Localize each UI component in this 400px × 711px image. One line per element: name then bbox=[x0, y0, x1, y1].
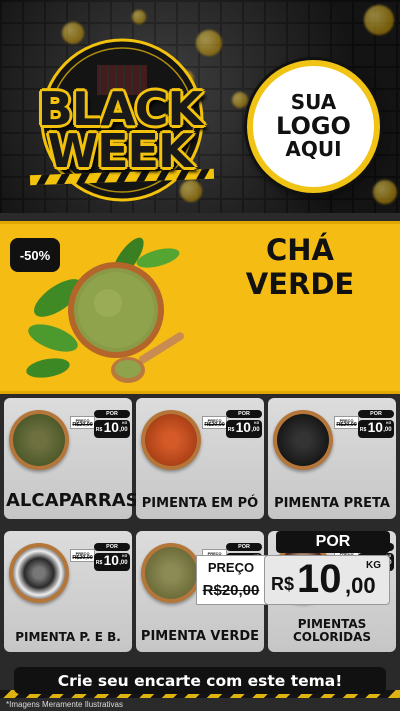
old-price-value: R$20,00 bbox=[72, 555, 93, 562]
featured-product-name: CHÁ VERDE bbox=[215, 233, 385, 301]
product-image-fill bbox=[145, 547, 197, 599]
product-image-fill bbox=[13, 547, 65, 599]
logo-text-line2: LOGO bbox=[276, 111, 351, 140]
product-name: PIMENTA PRETA bbox=[274, 495, 390, 511]
old-price-box: PREÇOR$20,00 bbox=[70, 549, 96, 563]
old-price-box: PREÇO R$20,00 bbox=[196, 555, 266, 605]
currency-symbol: R$ bbox=[95, 560, 103, 567]
logo-placeholder: SUA LOGO AQUI bbox=[247, 60, 380, 193]
unit-label: KG bbox=[366, 560, 381, 571]
footnote: *Imagens Meramente Ilustrativas bbox=[0, 698, 400, 711]
unit-label: KG bbox=[122, 420, 128, 425]
cta-banner[interactable]: Crie seu encarte com este tema! bbox=[14, 667, 386, 694]
price-tag: PREÇOR$20,00PORR$10,00KG bbox=[70, 543, 130, 580]
coin-decoration bbox=[373, 180, 397, 204]
new-price-box: R$10,00 KG bbox=[264, 555, 390, 605]
product-image-fill bbox=[277, 414, 329, 466]
por-label: POR bbox=[94, 410, 130, 419]
product-image-fill bbox=[13, 414, 65, 466]
new-price-box: R$10,00KG bbox=[226, 419, 262, 438]
new-price-decimal: ,00 bbox=[119, 426, 128, 433]
price-tag: PREÇOR$20,00PORR$10,00KG bbox=[202, 410, 262, 447]
por-label: POR bbox=[226, 410, 262, 419]
product-card[interactable]: PREÇO R$20,00 POR R$ 10,00 KG PIMENTA EM PÓ bbox=[136, 398, 264, 519]
price-tag: PREÇOR$20,00PORR$10,00KG bbox=[70, 410, 130, 447]
preco-label: PREÇO bbox=[207, 560, 255, 575]
new-price-integer: 10 bbox=[367, 420, 383, 436]
old-price-box: PREÇOR$20,00 bbox=[202, 416, 228, 430]
price-tag: PREÇOR$20,00PORR$10,00KG bbox=[334, 410, 394, 447]
new-price-decimal: ,00 bbox=[119, 559, 128, 566]
header-banner: BLACK WEEK SUA LOGO AQUI bbox=[0, 0, 400, 213]
new-price-box: R$10,00KG bbox=[94, 419, 130, 438]
coin-decoration bbox=[364, 5, 394, 35]
new-price-box: R$10,00KG bbox=[94, 552, 130, 571]
old-price-box: PREÇOR$20,00 bbox=[70, 416, 96, 430]
logo-text-line3: AQUI bbox=[285, 137, 342, 162]
por-label: POR bbox=[94, 543, 130, 552]
logo-text-line1: SUA bbox=[290, 89, 337, 114]
old-price-value: R$20,00 bbox=[204, 422, 225, 429]
unit-label: KG bbox=[254, 420, 260, 425]
discount-badge: -50% bbox=[10, 238, 60, 272]
product-name: PIMENTA EM PÓ bbox=[141, 495, 259, 511]
product-image bbox=[9, 410, 69, 470]
new-price-integer: 10 bbox=[103, 553, 119, 569]
unit-label: KG bbox=[386, 420, 392, 425]
product-card[interactable]: PREÇO R$20,00 POR R$ 10,00 KG PIMENTA PRETA bbox=[268, 398, 396, 519]
por-label: POR bbox=[276, 531, 390, 553]
old-price-value: R$20,00 bbox=[202, 582, 260, 599]
unit-label: KG bbox=[122, 553, 128, 558]
new-price-decimal: ,00 bbox=[345, 573, 376, 598]
week-title: WEEK bbox=[47, 124, 193, 178]
featured-name-line1: CHÁ bbox=[266, 233, 334, 267]
por-label: POR bbox=[358, 410, 394, 419]
currency-symbol: R$ bbox=[359, 427, 367, 434]
currency-symbol: R$ bbox=[227, 427, 235, 434]
old-price-value: R$20,00 bbox=[72, 422, 93, 429]
product-name: PIMENTA P. E B. bbox=[15, 629, 121, 644]
product-card[interactable]: PREÇO R$20,00 POR R$ 10,00 KG ALCAPARRAS bbox=[4, 398, 139, 519]
new-price-integer: 10 bbox=[103, 420, 119, 436]
new-price-box: R$10,00KG bbox=[358, 419, 394, 438]
new-price-integer: 10 bbox=[297, 557, 342, 601]
product-image bbox=[141, 543, 201, 603]
product-image bbox=[9, 543, 69, 603]
featured-price-tag: PREÇO R$20,00 POR R$ 10,00 KG bbox=[196, 531, 392, 607]
featured-name-line2: VERDE bbox=[245, 267, 355, 302]
product-image-fill bbox=[145, 414, 197, 466]
product-name: PIMENTAS COLORIDAS bbox=[292, 616, 372, 644]
new-price-decimal: ,00 bbox=[251, 426, 260, 433]
product-name: ALCAPARRAS bbox=[6, 490, 139, 512]
product-image bbox=[141, 410, 201, 470]
old-price-box: PREÇOR$20,00 bbox=[334, 416, 360, 430]
product-name: PIMENTA VERDE bbox=[140, 628, 260, 644]
currency-symbol: R$ bbox=[271, 574, 295, 594]
new-price-integer: 10 bbox=[235, 420, 251, 436]
new-price-decimal: ,00 bbox=[383, 426, 392, 433]
currency-symbol: R$ bbox=[95, 427, 103, 434]
product-card[interactable]: PREÇO R$20,00 POR R$ 10,00 KG PIMENTA P. E B. bbox=[4, 531, 132, 652]
old-price-value: R$20,00 bbox=[336, 422, 357, 429]
product-image bbox=[273, 410, 333, 470]
